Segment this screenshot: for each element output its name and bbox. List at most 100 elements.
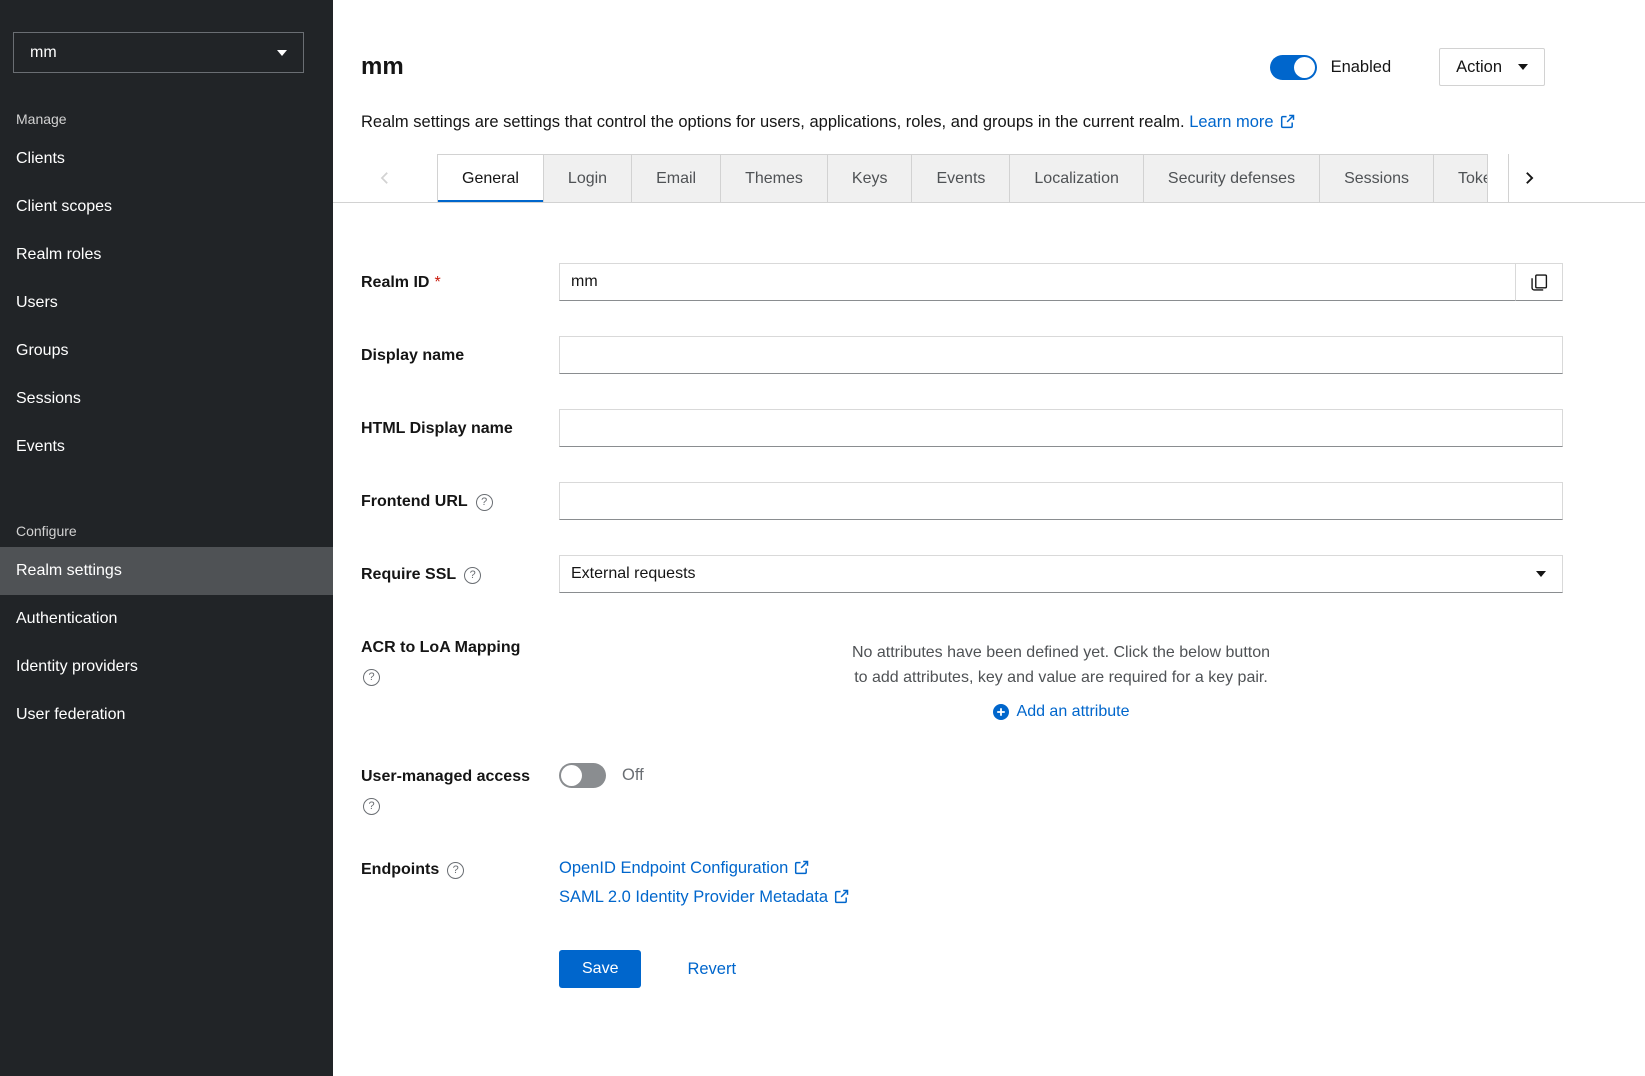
chevron-down-icon [1536,571,1546,577]
chevron-down-icon [1518,64,1528,70]
tab-themes[interactable]: Themes [721,154,828,202]
acr-loa-label: ACR to LoA Mapping ? [361,628,559,686]
help-icon[interactable]: ? [363,669,380,686]
tab-events[interactable]: Events [912,154,1010,202]
general-settings-form: Realm ID* Display name [333,203,1645,988]
require-ssl-row: Require SSL? [361,555,1563,593]
tab-bar: General Login Email Themes Keys Events L… [333,154,1645,203]
page-description: Realm settings are settings that control… [361,113,1185,131]
saml-metadata-link[interactable]: SAML 2.0 Identity Provider Metadata [559,883,1563,912]
require-ssl-field [559,555,1563,593]
add-attribute-label: Add an attribute [1017,703,1130,721]
page-header: mm Enabled Action [333,0,1645,98]
sidebar-item-users[interactable]: Users [0,279,333,327]
add-attribute-button[interactable]: Add an attribute [559,702,1563,722]
nav-section-manage: Manage [0,97,333,135]
chevron-left-icon [378,170,392,186]
required-asterisk: * [434,274,440,291]
user-managed-access-label: User-managed access ? [361,757,559,815]
sidebar-item-identity-providers[interactable]: Identity providers [0,643,333,691]
toggle-knob [561,765,582,786]
tab-keys[interactable]: Keys [828,154,913,202]
realm-selector-dropdown[interactable]: mm [13,32,304,73]
sidebar-item-realm-roles[interactable]: Realm roles [0,231,333,279]
frontend-url-row: Frontend URL? [361,482,1563,520]
external-link-icon [834,889,849,904]
learn-more-link[interactable]: Learn more [1189,113,1294,131]
main-content: mm Enabled Action Realm settings are set… [333,0,1645,1076]
nav-section-configure: Configure [0,509,333,547]
display-name-row: Display name [361,336,1563,374]
chevron-right-icon [1522,170,1536,186]
require-ssl-label: Require SSL? [361,555,559,586]
tabs-scroll-right-button[interactable] [1508,154,1548,203]
tab-email[interactable]: Email [632,154,721,202]
frontend-url-field [559,482,1563,520]
openid-endpoint-label: OpenID Endpoint Configuration [559,859,788,877]
tab-login[interactable]: Login [544,154,632,202]
saml-metadata-label: SAML 2.0 Identity Provider Metadata [559,888,828,906]
sidebar-item-authentication[interactable]: Authentication [0,595,333,643]
html-display-name-label: HTML Display name [361,409,559,440]
html-display-name-field [559,409,1563,447]
sidebar-item-user-federation[interactable]: User federation [0,691,333,739]
help-icon[interactable]: ? [476,494,493,511]
acr-loa-empty-state: No attributes have been defined yet. Cli… [851,628,1271,690]
frontend-url-input[interactable] [559,482,1563,520]
display-name-label: Display name [361,336,559,367]
page-title: mm [361,52,404,82]
user-managed-access-row: User-managed access ? Off [361,757,1563,815]
realm-enabled-toggle[interactable] [1270,55,1317,80]
copy-icon [1531,274,1548,291]
realm-id-field [559,263,1563,301]
toggle-knob [1294,57,1315,78]
user-managed-access-toggle[interactable] [559,763,606,788]
tab-tokens[interactable]: Tokens [1434,154,1488,202]
external-link-icon [794,860,809,875]
openid-endpoint-link[interactable]: OpenID Endpoint Configuration [559,854,1563,883]
form-actions: Save Revert [361,950,1563,988]
copy-button[interactable] [1515,263,1563,301]
acr-loa-row: ACR to LoA Mapping ? No attributes have … [361,628,1563,722]
user-managed-access-field: Off [559,757,1563,788]
page-description-row: Realm settings are settings that control… [333,98,1645,134]
tab-general[interactable]: General [437,154,544,202]
sidebar-item-events[interactable]: Events [0,423,333,471]
external-link-icon [1280,114,1295,129]
plus-circle-icon [993,704,1009,720]
save-button[interactable]: Save [559,950,641,988]
action-dropdown-label: Action [1456,58,1502,77]
sidebar: mm Manage Clients Client scopes Realm ro… [0,0,333,1076]
user-managed-access-state: Off [622,766,644,785]
realm-id-label: Realm ID* [361,263,559,294]
help-icon[interactable]: ? [447,862,464,879]
tabs-viewport: General Login Email Themes Keys Events L… [437,154,1508,203]
realm-id-row: Realm ID* [361,263,1563,301]
require-ssl-value[interactable] [559,555,1563,593]
chevron-down-icon [277,50,287,56]
tab-localization[interactable]: Localization [1010,154,1144,202]
html-display-name-row: HTML Display name [361,409,1563,447]
require-ssl-select[interactable] [559,555,1563,593]
endpoints-row: Endpoints? OpenID Endpoint Configuration… [361,850,1563,912]
display-name-input[interactable] [559,336,1563,374]
enabled-label: Enabled [1331,58,1392,77]
html-display-name-input[interactable] [559,409,1563,447]
tab-security-defenses[interactable]: Security defenses [1144,154,1320,202]
app-window: mm Manage Clients Client scopes Realm ro… [0,0,1645,1076]
acr-loa-field: No attributes have been defined yet. Cli… [559,628,1563,722]
header-controls: Enabled Action [1270,48,1545,86]
tab-sessions[interactable]: Sessions [1320,154,1434,202]
sidebar-item-groups[interactable]: Groups [0,327,333,375]
realm-selector-value: mm [30,44,57,62]
realm-id-input[interactable] [559,263,1516,301]
revert-button[interactable]: Revert [681,959,742,980]
action-dropdown-button[interactable]: Action [1439,48,1545,86]
sidebar-item-client-scopes[interactable]: Client scopes [0,183,333,231]
sidebar-item-realm-settings[interactable]: Realm settings [0,547,333,595]
display-name-field [559,336,1563,374]
help-icon[interactable]: ? [363,798,380,815]
sidebar-item-sessions[interactable]: Sessions [0,375,333,423]
help-icon[interactable]: ? [464,567,481,584]
sidebar-item-clients[interactable]: Clients [0,135,333,183]
